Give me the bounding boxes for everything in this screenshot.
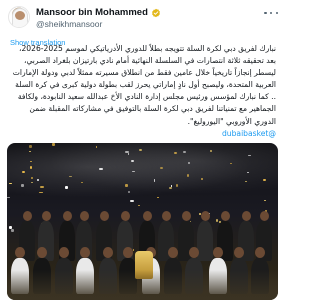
player-head xyxy=(100,211,110,221)
player-head xyxy=(220,211,230,221)
confetti-piece xyxy=(30,166,32,169)
confetti-piece xyxy=(64,186,68,189)
player-head xyxy=(58,247,69,258)
post-line: الجماهير مع تمنياتنا لفريق دبي لكرة السل… xyxy=(29,104,276,114)
mention-link[interactable]: @dubaibasket xyxy=(222,129,276,138)
player-head xyxy=(42,211,52,221)
confetti-piece xyxy=(187,173,189,177)
confetti-piece xyxy=(28,145,32,148)
player-head xyxy=(200,211,210,221)
more-options-icon[interactable] xyxy=(264,8,278,18)
confetti-piece xyxy=(216,219,219,222)
crowd-background xyxy=(7,143,278,203)
post-line: نبارك لفريق دبي لكرة السلة تتويجه بطلاً … xyxy=(19,44,276,53)
confetti-piece xyxy=(175,183,179,187)
player-head xyxy=(102,247,113,258)
author-handle[interactable]: @sheikhmansoor xyxy=(36,19,102,29)
player-head xyxy=(80,247,91,258)
confetti-piece xyxy=(7,196,10,198)
player-head xyxy=(36,247,47,258)
confetti-piece xyxy=(37,179,39,181)
avatar[interactable] xyxy=(8,6,30,28)
verified-badge-icon xyxy=(151,8,160,17)
confetti-piece xyxy=(11,229,15,232)
post-line: العربية المتحدة، وليصبح أول نادٍ إماراتي… xyxy=(15,80,276,90)
confetti-piece xyxy=(262,178,266,181)
confetti-piece xyxy=(131,170,136,173)
post-line: بعد تحقيقه ثلاثة انتصارات في السلسلة الن… xyxy=(24,56,276,66)
player-head xyxy=(62,211,72,221)
confetti-piece xyxy=(30,181,33,184)
player-head xyxy=(161,211,171,221)
author-name[interactable]: Mansoor bin Mohammed xyxy=(36,7,148,18)
player-head xyxy=(212,247,223,258)
court-floor xyxy=(7,270,278,300)
confetti-piece xyxy=(248,154,251,156)
player-head xyxy=(233,247,244,258)
player-head xyxy=(182,211,192,221)
confetti-piece xyxy=(159,166,163,169)
player-head xyxy=(242,211,252,221)
confetti-piece xyxy=(68,175,73,177)
confetti-piece xyxy=(183,151,186,153)
player-head xyxy=(22,211,32,221)
post-header: Mansoor bin Mohammed @sheikhmansoor xyxy=(8,6,278,32)
confetti-piece xyxy=(174,152,177,154)
confetti-piece xyxy=(138,204,141,207)
post-text: نبارك لفريق دبي لكرة السلة تتويجه بطلاً … xyxy=(10,43,276,140)
confetti-piece xyxy=(130,199,135,203)
confetti-piece xyxy=(139,148,142,151)
player-head xyxy=(255,247,265,258)
confetti-piece xyxy=(124,184,128,188)
post-photo[interactable] xyxy=(7,143,278,300)
player-head xyxy=(142,211,152,221)
player-head xyxy=(168,247,179,258)
post-line: .. كما نبارك لمؤسس ورئيس مجلس إدارة النا… xyxy=(17,92,276,102)
confetti-piece xyxy=(127,191,130,193)
post-line: ليسطر إنجازاً تاريخياً خلال عامين فقط من… xyxy=(12,68,276,78)
confetti-piece xyxy=(9,226,12,229)
player-head xyxy=(120,211,130,221)
player-head xyxy=(259,211,269,221)
post-card: Mansoor bin Mohammed @sheikhmansoor Show… xyxy=(0,0,285,300)
player-figure xyxy=(196,221,213,261)
confetti-piece xyxy=(157,196,160,198)
confetti-piece xyxy=(20,183,24,187)
confetti-piece xyxy=(131,160,134,162)
post-line: الدوري الأوروبي "اليوروليغ". xyxy=(187,116,276,126)
author-name-row[interactable]: Mansoor bin Mohammed xyxy=(36,7,161,18)
player-head xyxy=(79,211,89,221)
confetti-piece xyxy=(170,185,173,187)
